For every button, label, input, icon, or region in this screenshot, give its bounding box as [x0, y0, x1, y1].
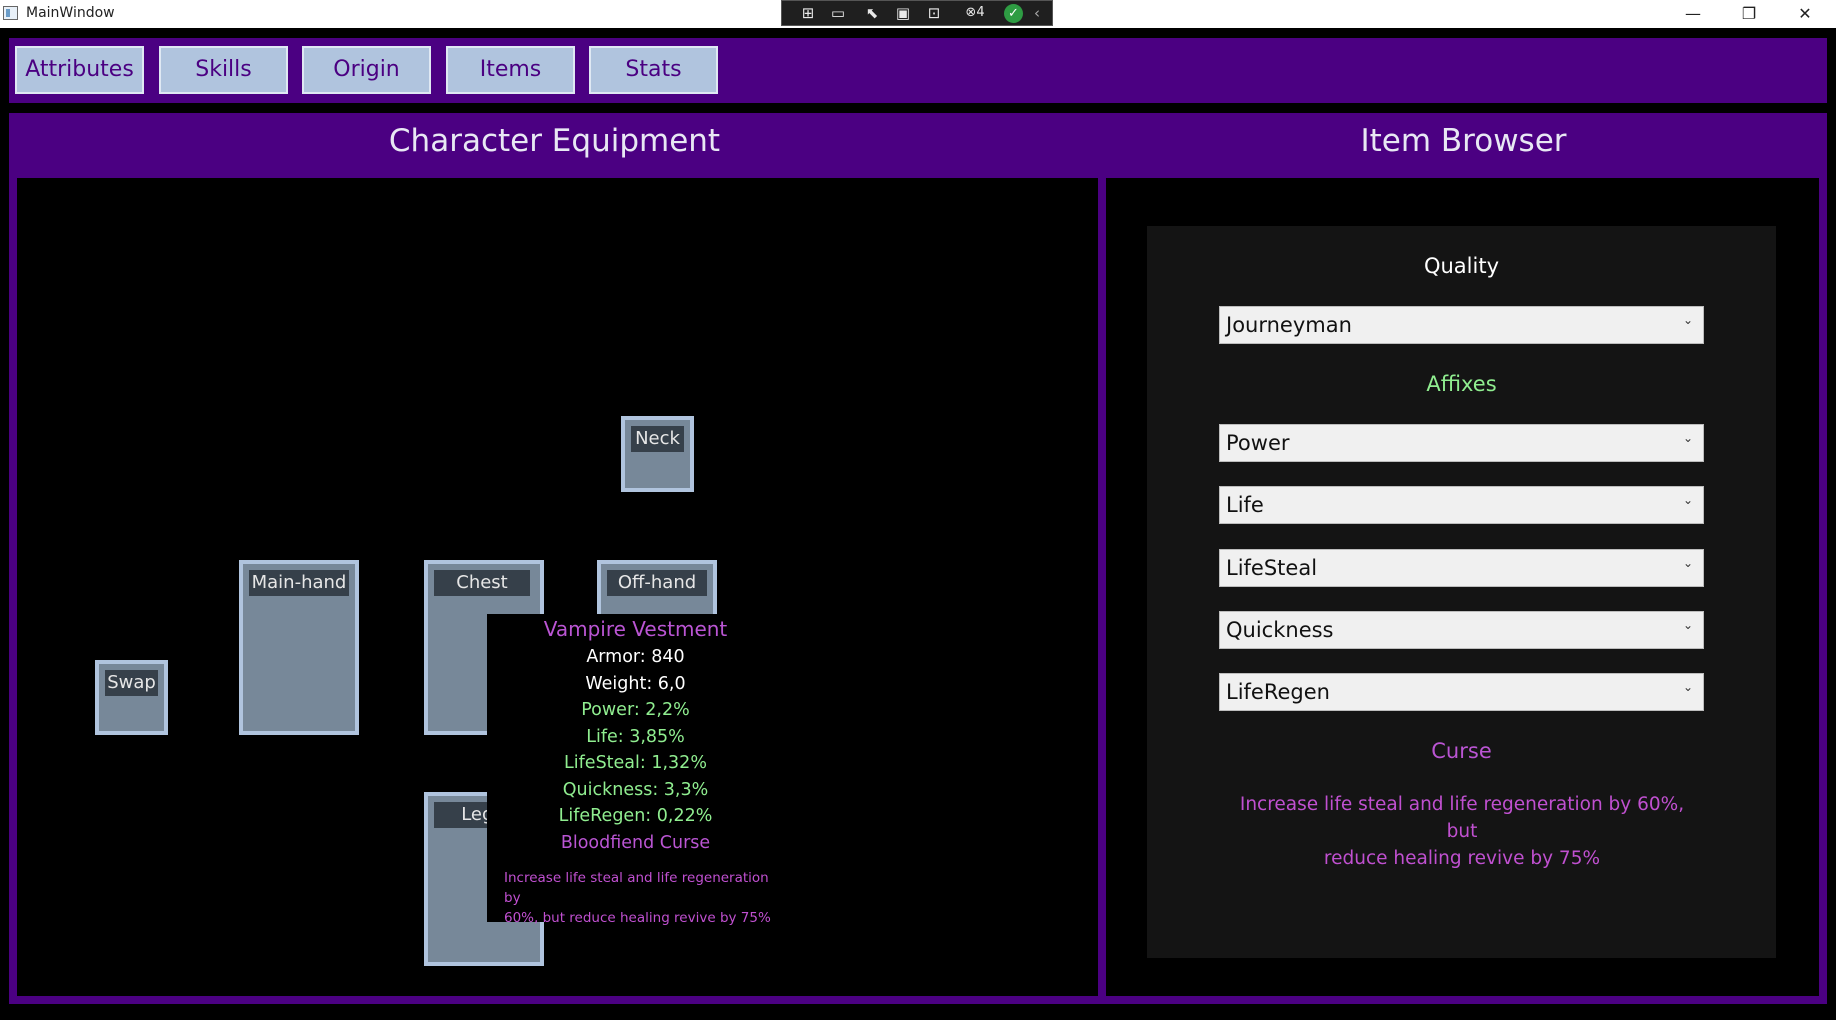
- chevron-down-icon: ⌄: [1682, 618, 1693, 632]
- slot-offhand[interactable]: Off-hand: [597, 560, 717, 620]
- chevron-down-icon: ⌄: [1682, 431, 1693, 445]
- quality-dropdown[interactable]: Journeyman ⌄: [1219, 306, 1704, 344]
- tooltip-affix-life: Life: 3,85%: [586, 726, 685, 747]
- tooltip-weight: Weight: 6,0: [585, 673, 686, 694]
- character-equipment-title: Character Equipment: [388, 123, 721, 159]
- curse-desc-line1: Increase life steal and life regeneratio…: [1239, 794, 1685, 842]
- restore-button[interactable]: ❐: [1721, 0, 1777, 28]
- slot-neck[interactable]: Neck: [621, 416, 694, 492]
- quality-label: Quality: [1423, 254, 1500, 278]
- minimize-button[interactable]: —: [1665, 0, 1721, 28]
- slot-label-swap: Swap: [105, 670, 158, 696]
- slot-label-offhand: Off-hand: [607, 570, 707, 596]
- tooltip-curse-desc-line2: 60%, but reduce healing revive by 75%: [504, 910, 771, 926]
- affix-dropdown-5[interactable]: LifeRegen ⌄: [1219, 673, 1704, 711]
- xaml-devtools-toolbar: ⊞ ▭ ⬉ ▣ ⊡ ⊗4 ✓ ‹: [781, 0, 1053, 26]
- slot-mainhand[interactable]: Main-hand: [239, 560, 359, 735]
- app-icon: [3, 6, 18, 20]
- track-focus-icon[interactable]: ⊡: [924, 4, 944, 22]
- tab-skills[interactable]: Skills: [159, 46, 288, 94]
- quality-dropdown-value: Journeyman: [1226, 313, 1352, 337]
- chevron-down-icon: ⌄: [1682, 680, 1693, 694]
- affix-dropdown-4-value: Quickness: [1226, 618, 1334, 642]
- affix-dropdown-3-value: LifeSteal: [1226, 556, 1318, 580]
- tab-stats[interactable]: Stats: [589, 46, 718, 94]
- affix-dropdown-2[interactable]: Life ⌄: [1219, 486, 1704, 524]
- tab-origin[interactable]: Origin: [302, 46, 431, 94]
- item-browser-title: Item Browser: [1360, 123, 1567, 159]
- slot-label-neck: Neck: [631, 426, 684, 452]
- slot-label-mainhand: Main-hand: [249, 570, 349, 596]
- close-button[interactable]: ✕: [1777, 0, 1833, 28]
- tooltip-item-name: Vampire Vestment: [543, 617, 728, 641]
- item-browser-form: Quality Journeyman ⌄ Affixes Power ⌄ Lif…: [1147, 226, 1776, 958]
- section-header-bar: Character Equipment Item Browser: [9, 113, 1827, 178]
- tooltip-armor: Armor: 840: [586, 647, 685, 667]
- curse-desc-line2: reduce healing revive by 75%: [1323, 848, 1601, 869]
- slot-label-chest: Chest: [434, 570, 530, 596]
- binding-failures-count: 4: [976, 5, 985, 20]
- tooltip-affix-lifesteal: LifeSteal: 1,32%: [564, 753, 707, 773]
- binding-failures-icon[interactable]: ⊗4: [954, 4, 996, 22]
- live-visual-tree-icon[interactable]: ⊞: [798, 4, 818, 22]
- tooltip-curse-desc-line1: Increase life steal and life regeneratio…: [504, 870, 769, 906]
- affix-dropdown-1-value: Power: [1226, 431, 1290, 455]
- tooltip-curse-description: Increase life steal and life regeneratio…: [487, 868, 784, 928]
- item-tooltip: Vampire Vestment Armor: 840 Weight: 6,0 …: [487, 614, 784, 926]
- affix-dropdown-4[interactable]: Quickness ⌄: [1219, 611, 1704, 649]
- affix-dropdown-5-value: LifeRegen: [1226, 680, 1330, 704]
- record-icon[interactable]: ▭: [828, 4, 848, 22]
- chevron-down-icon: ⌄: [1682, 556, 1693, 570]
- tooltip-affix-power: Power: 2,2%: [581, 700, 690, 720]
- tab-strip: Attributes Skills Origin Items Stats: [9, 38, 1827, 103]
- affix-dropdown-3[interactable]: LifeSteal ⌄: [1219, 549, 1704, 587]
- affixes-label: Affixes: [1426, 372, 1497, 396]
- tooltip-affix-quickness: Quickness: 3,3%: [562, 779, 709, 800]
- tab-attributes[interactable]: Attributes: [15, 46, 144, 94]
- chevron-down-icon: ⌄: [1682, 493, 1693, 507]
- affix-dropdown-1[interactable]: Power ⌄: [1219, 424, 1704, 462]
- display-layout-icon[interactable]: ▣: [893, 4, 913, 22]
- collapse-toolbar-icon[interactable]: ‹: [1034, 4, 1040, 22]
- chevron-down-icon: ⌄: [1682, 313, 1693, 327]
- window-title: MainWindow: [26, 5, 115, 21]
- curse-description: Increase life steal and life regeneratio…: [1227, 791, 1697, 872]
- affix-dropdown-2-value: Life: [1226, 493, 1264, 517]
- slot-swap[interactable]: Swap: [95, 660, 168, 735]
- hot-reload-icon[interactable]: ✓: [1004, 4, 1023, 23]
- curse-label: Curse: [1431, 739, 1492, 763]
- title-bar: MainWindow ⊞ ▭ ⬉ ▣ ⊡ ⊗4 ✓ ‹ — ❐ ✕: [0, 0, 1836, 28]
- tab-items[interactable]: Items: [446, 46, 575, 94]
- tooltip-affix-liferegen: LifeRegen: 0,22%: [558, 806, 713, 826]
- select-element-icon[interactable]: ⬉: [862, 4, 882, 22]
- tooltip-curse-name: Bloodfiend Curse: [560, 832, 711, 853]
